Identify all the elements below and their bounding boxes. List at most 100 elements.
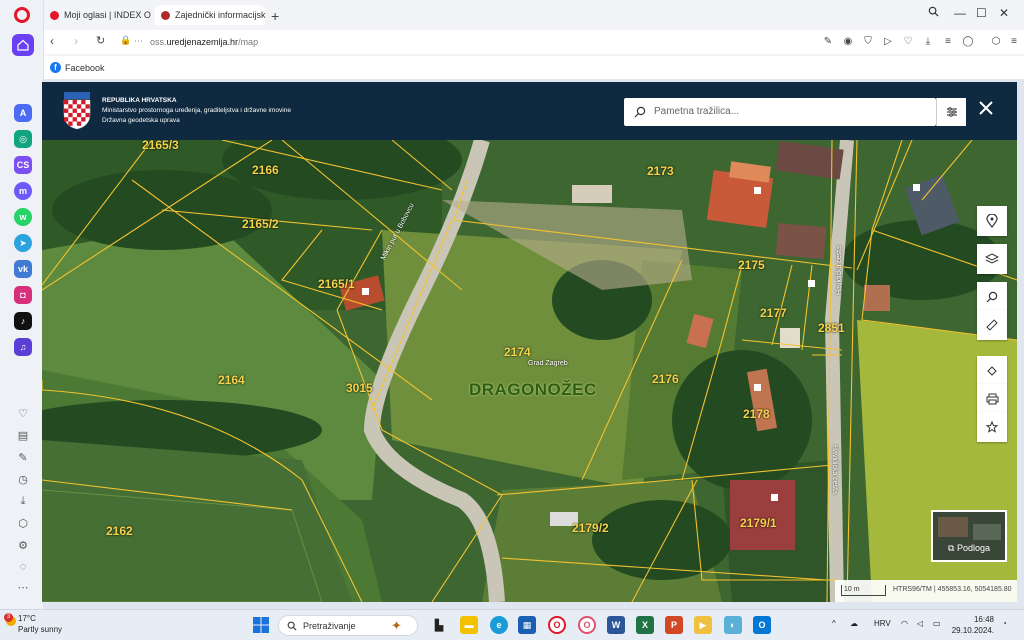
parcel-label[interactable]: 2851	[818, 321, 845, 335]
bookmark-facebook[interactable]: f Facebook	[50, 62, 105, 73]
photos-icon[interactable]: ◐	[724, 616, 742, 634]
easy-setup-icon[interactable]: ≡	[942, 36, 954, 48]
basemap-text: Podloga	[956, 543, 990, 553]
more-icon[interactable]: ⋯	[16, 580, 30, 594]
forward-icon[interactable]: ›	[74, 34, 78, 48]
print-button[interactable]	[977, 384, 1007, 414]
parcel-label[interactable]: 2178	[743, 407, 770, 421]
print-area-button[interactable]	[977, 356, 1007, 386]
search-filter-button[interactable]	[936, 98, 966, 126]
file-explorer-icon[interactable]: ▬	[460, 616, 478, 634]
search-placeholder: Pametna tražilica...	[654, 106, 740, 117]
parcel-label[interactable]: 2177	[760, 306, 787, 320]
opera-gx-icon[interactable]: O	[578, 616, 596, 634]
maximize-icon[interactable]: ☐	[976, 6, 987, 20]
music-player-icon[interactable]: ♫	[14, 338, 32, 356]
tab-favicon-icon	[161, 10, 170, 20]
whatsapp-icon[interactable]: w	[14, 208, 32, 226]
excel-icon[interactable]: X	[636, 616, 654, 634]
tray-overflow-icon[interactable]: ^	[832, 619, 836, 628]
tips-icon[interactable]: ◌	[16, 560, 30, 574]
messenger-icon[interactable]: m	[14, 182, 32, 200]
profile-icon[interactable]: ◯	[962, 36, 974, 48]
parcel-label[interactable]: 2175	[738, 258, 765, 272]
close-window-icon[interactable]: ✕	[999, 6, 1009, 20]
vk-icon[interactable]: vk	[14, 260, 32, 278]
aria-icon[interactable]: A	[14, 104, 32, 122]
notifications-icon[interactable]: ◔	[1002, 619, 1007, 628]
pinboard-icon[interactable]: ✎	[16, 450, 30, 464]
site-info-icon[interactable]: ⋯	[134, 36, 143, 47]
play-icon[interactable]: ▷	[882, 36, 894, 48]
favorite-button[interactable]	[977, 412, 1007, 442]
opera-icon[interactable]: O	[548, 616, 566, 634]
parcel-label[interactable]: 2165/1	[318, 277, 355, 291]
heart-icon[interactable]: ♡	[16, 406, 30, 420]
weather-widget[interactable]: 17°C Partly sunny	[18, 613, 62, 635]
parcel-label[interactable]: 2173	[647, 164, 674, 178]
start-icon[interactable]	[252, 616, 270, 634]
opera-logo-icon[interactable]	[14, 7, 30, 23]
tab-uredjenazemlja[interactable]: Zajednički informacijski s	[155, 5, 265, 25]
minimize-icon[interactable]: —	[954, 6, 966, 20]
close-icon[interactable]	[978, 100, 994, 116]
media-player-icon[interactable]: ▶	[694, 616, 712, 634]
layers-button[interactable]	[977, 244, 1007, 274]
shield-icon[interactable]: ⛉	[862, 36, 874, 48]
wifi-icon[interactable]: ◠	[901, 619, 908, 628]
edit-icon[interactable]: ✎	[822, 36, 834, 48]
chatsonic-icon[interactable]: CS	[14, 156, 32, 174]
camera-icon[interactable]: ◉	[842, 36, 854, 48]
menu-icon[interactable]: ≡	[1008, 36, 1020, 48]
search-tabs-icon[interactable]	[928, 6, 939, 20]
home-icon[interactable]	[12, 34, 34, 56]
measure-button[interactable]	[977, 310, 1007, 340]
battery-icon[interactable]: ▭	[933, 619, 941, 628]
new-tab-icon[interactable]: +	[271, 8, 279, 24]
cloud-icon[interactable]: ☁	[850, 619, 858, 628]
chatgpt-icon[interactable]: ◎	[14, 130, 32, 148]
url-field[interactable]: oss.uredjenazemlja.hr/map	[150, 37, 258, 47]
telegram-icon[interactable]: ➤	[14, 234, 32, 252]
zoom-search-button[interactable]	[977, 282, 1007, 312]
smart-search-input[interactable]: Pametna tražilica...	[624, 98, 936, 126]
back-icon[interactable]: ‹	[50, 34, 54, 48]
news-icon[interactable]: ▤	[16, 428, 30, 442]
task-view-icon[interactable]: ▙	[430, 616, 448, 634]
basemap-switcher[interactable]: ⧉ Podloga	[931, 510, 1007, 562]
parcel-label[interactable]: 2162	[106, 524, 133, 538]
extensions-icon[interactable]: ⬡	[16, 516, 30, 530]
parcel-label[interactable]: 2179/2	[572, 521, 609, 535]
tiktok-icon[interactable]: ♪	[14, 312, 32, 330]
volume-icon[interactable]: ◁	[917, 619, 923, 628]
tab-index-oglasi[interactable]: Moji oglasi | INDEX OGLA	[44, 5, 151, 25]
history-icon[interactable]: ◷	[16, 472, 30, 486]
edge-icon[interactable]: e	[490, 616, 508, 634]
download-icon[interactable]: ⤓	[922, 36, 934, 48]
parcel-label[interactable]: 2176	[652, 372, 679, 386]
word-icon[interactable]: W	[607, 616, 625, 634]
downloads-icon[interactable]: ⤓	[16, 494, 30, 508]
parcel-label[interactable]: 2174	[504, 345, 531, 359]
parcel-label[interactable]: 2164	[218, 373, 245, 387]
heart-icon[interactable]: ♡	[902, 36, 914, 48]
location-pin-button[interactable]	[977, 206, 1007, 236]
cadastral-map[interactable]: 2165/3 2166 2165/2 2165/1 2164 3015 2174…	[42, 140, 1017, 602]
reload-icon[interactable]: ↻	[96, 34, 105, 47]
parcel-label[interactable]: 3015	[346, 381, 373, 395]
powerpoint-icon[interactable]: P	[665, 616, 683, 634]
extensions-icon[interactable]: ⬡	[990, 36, 1002, 48]
address-bar-row: ‹ › ↻ 🔒 ⋯ oss.uredjenazemlja.hr/map ✎ ◉ …	[44, 30, 1024, 54]
parcel-label[interactable]: 2179/1	[740, 516, 777, 530]
instagram-icon[interactable]: ◘	[14, 286, 32, 304]
tab-title: Zajednički informacijski s	[175, 10, 265, 20]
parcel-label[interactable]: 2165/2	[242, 217, 279, 231]
parcel-label[interactable]: 2165/3	[142, 140, 179, 152]
outlook-icon[interactable]: O	[753, 616, 771, 634]
language-indicator[interactable]: HRV	[874, 619, 891, 628]
parcel-label[interactable]: 2166	[252, 163, 279, 177]
system-clock[interactable]: 16:48 29.10.2024.	[950, 614, 994, 636]
taskbar-search[interactable]: Pretraživanje ✦	[278, 615, 418, 636]
store-icon[interactable]: ▦	[518, 616, 536, 634]
settings-icon[interactable]: ⚙	[16, 538, 30, 552]
